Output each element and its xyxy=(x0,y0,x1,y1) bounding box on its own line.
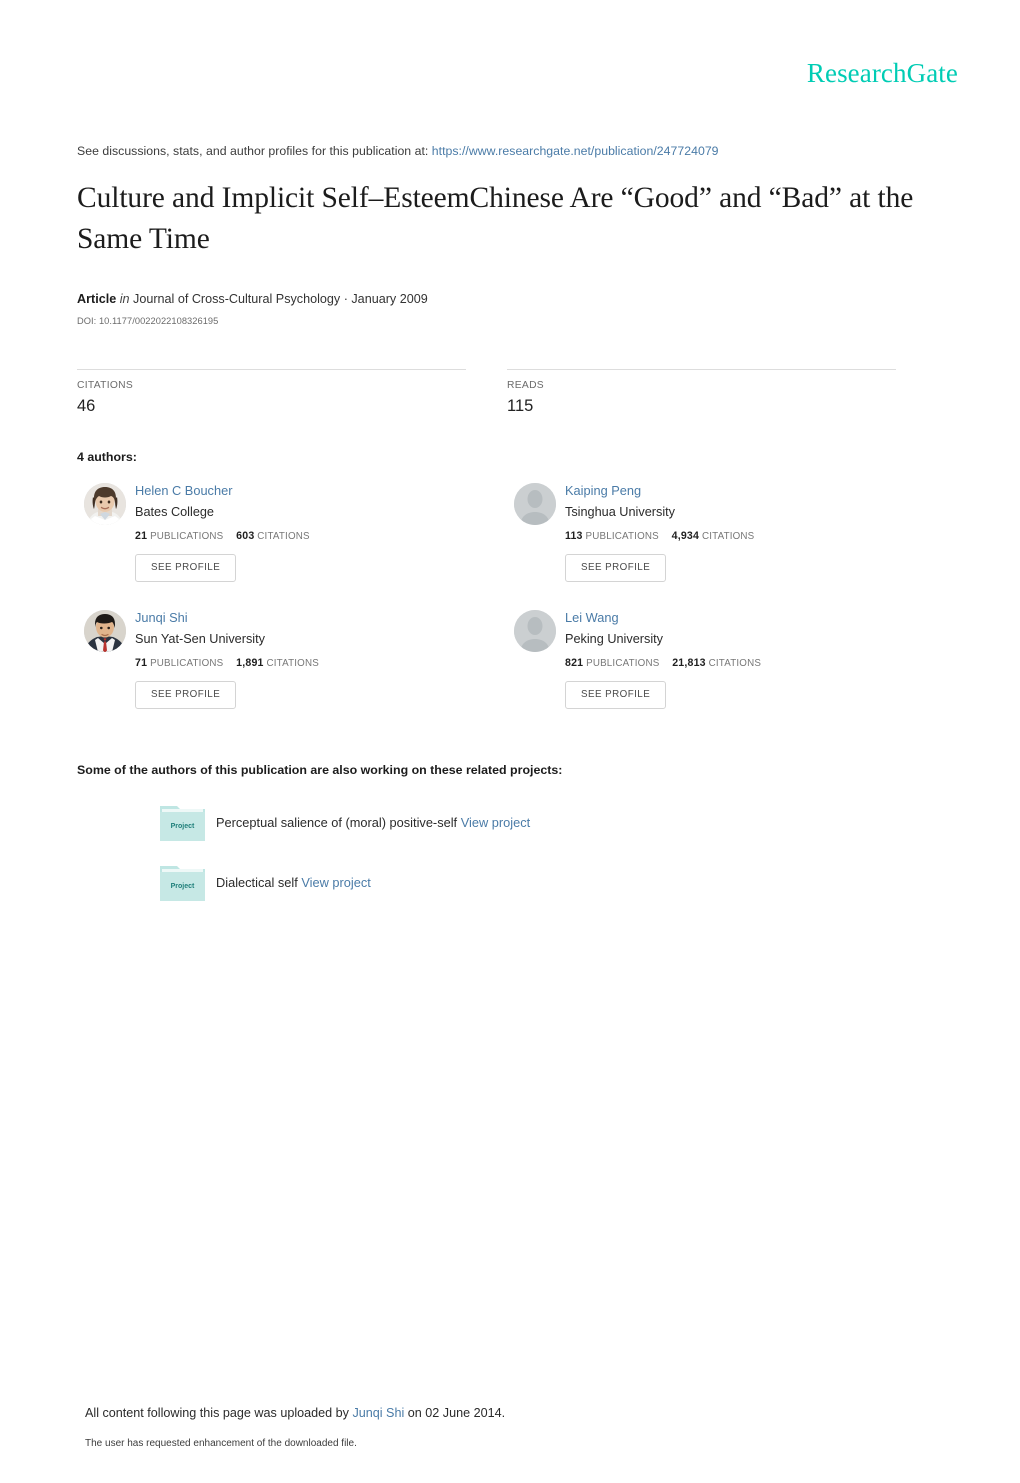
reads-stat: READS 115 xyxy=(507,380,544,416)
author-citations-count: 1,891 xyxy=(236,657,264,669)
citations-word: CITATIONS xyxy=(708,658,762,669)
authors-heading: 4 authors: xyxy=(77,450,137,464)
author-name-link[interactable]: Helen C Boucher xyxy=(135,483,477,499)
citations-word: CITATIONS xyxy=(257,531,310,542)
related-projects-heading: Some of the authors of this publication … xyxy=(77,763,563,777)
avatar-placeholder-person-icon xyxy=(514,483,556,525)
author-citations-count: 603 xyxy=(236,530,255,542)
svg-text:Project: Project xyxy=(171,823,195,830)
project-label: Perceptual salience of (moral) positive-… xyxy=(216,815,530,830)
citations-stat: CITATIONS 46 xyxy=(77,380,133,416)
author-publications-count: 821 xyxy=(565,657,584,669)
footer-upload-prefix: All content following this page was uplo… xyxy=(85,1406,349,1420)
researchgate-publication-page: ResearchGate See discussions, stats, and… xyxy=(0,0,1020,1483)
publications-word: PUBLICATIONS xyxy=(585,531,659,542)
see-profile-button[interactable]: SEE PROFILE xyxy=(565,681,667,709)
article-doi: DOI: 10.1177/0022022108326195 xyxy=(77,316,219,326)
reads-label: READS xyxy=(507,380,544,391)
author-publications-count: 71 xyxy=(135,657,148,669)
author-details: Junqi Shi Sun Yat-Sen University 71 PUBL… xyxy=(135,610,477,709)
author-entry: Kaiping Peng Tsinghua University 113 PUB… xyxy=(507,483,907,582)
discussion-line: See discussions, stats, and author profi… xyxy=(77,144,719,158)
article-journal-date: Journal of Cross-Cultural Psychology · J… xyxy=(133,292,428,306)
footer-upload-line: All content following this page was uplo… xyxy=(85,1406,505,1420)
author-name-link[interactable]: Junqi Shi xyxy=(135,610,477,626)
project-folder-icon: Project xyxy=(160,803,205,841)
see-profile-button[interactable]: SEE PROFILE xyxy=(135,681,237,709)
author-details: Kaiping Peng Tsinghua University 113 PUB… xyxy=(565,483,907,582)
author-name-link[interactable]: Kaiping Peng xyxy=(565,483,907,499)
avatar[interactable] xyxy=(514,610,556,652)
project-title: Dialectical self xyxy=(216,875,298,890)
avatar[interactable] xyxy=(84,483,126,525)
svg-text:Project: Project xyxy=(171,883,195,890)
article-type-label: Article xyxy=(77,292,117,306)
author-stats: 821 PUBLICATIONS 21,813 CITATIONS xyxy=(565,657,907,669)
discussion-prefix-text: See discussions, stats, and author profi… xyxy=(77,144,429,158)
article-in-word: in xyxy=(119,292,130,306)
article-meta-line: Article in Journal of Cross-Cultural Psy… xyxy=(77,292,428,306)
avatar-photo-female-icon xyxy=(84,483,126,525)
author-citations-count: 21,813 xyxy=(672,657,706,669)
page-title: Culture and Implicit Self–EsteemChinese … xyxy=(77,182,914,255)
reads-value: 115 xyxy=(507,397,534,415)
view-project-link[interactable]: View project xyxy=(461,815,530,830)
citations-value: 46 xyxy=(77,397,96,415)
publications-word: PUBLICATIONS xyxy=(586,658,660,669)
author-stats: 113 PUBLICATIONS 4,934 CITATIONS xyxy=(565,530,907,542)
author-publications-count: 21 xyxy=(135,530,148,542)
see-profile-button[interactable]: SEE PROFILE xyxy=(135,554,237,582)
project-row: Project Dialectical self View project xyxy=(77,863,777,907)
divider-reads xyxy=(507,369,896,370)
researchgate-logo: ResearchGate xyxy=(806,58,958,88)
author-entry: Helen C Boucher Bates College 21 PUBLICA… xyxy=(77,483,477,582)
see-profile-button[interactable]: SEE PROFILE xyxy=(565,554,667,582)
author-entry: Junqi Shi Sun Yat-Sen University 71 PUBL… xyxy=(77,610,477,709)
avatar[interactable] xyxy=(84,610,126,652)
publication-url-link[interactable]: https://www.researchgate.net/publication… xyxy=(432,144,719,158)
author-citations-count: 4,934 xyxy=(671,530,700,542)
citations-label: CITATIONS xyxy=(77,380,134,391)
author-affiliation: Bates College xyxy=(135,505,214,519)
project-title: Perceptual salience of (moral) positive-… xyxy=(216,815,458,830)
footer-uploader-link[interactable]: Junqi Shi xyxy=(352,1406,404,1420)
avatar[interactable] xyxy=(514,483,556,525)
publications-word: PUBLICATIONS xyxy=(150,531,224,542)
author-affiliation: Peking University xyxy=(565,632,664,646)
project-folder-icon: Project xyxy=(160,863,205,901)
divider-citations xyxy=(77,369,466,370)
author-affiliation: Sun Yat-Sen University xyxy=(135,632,265,646)
footer-enhancement-note: The user has requested enhancement of th… xyxy=(85,1438,357,1449)
avatar-photo-male-icon xyxy=(84,610,126,652)
author-stats: 21 PUBLICATIONS 603 CITATIONS xyxy=(135,530,477,542)
publications-word: PUBLICATIONS xyxy=(150,658,224,669)
author-stats: 71 PUBLICATIONS 1,891 CITATIONS xyxy=(135,657,477,669)
view-project-link[interactable]: View project xyxy=(301,875,370,890)
author-details: Lei Wang Peking University 821 PUBLICATI… xyxy=(565,610,907,709)
footer-upload-suffix: on 02 June 2014. xyxy=(407,1406,506,1420)
avatar-placeholder-person-icon xyxy=(514,610,556,652)
author-name-link[interactable]: Lei Wang xyxy=(565,610,907,626)
author-entry: Lei Wang Peking University 821 PUBLICATI… xyxy=(507,610,907,709)
citations-word: CITATIONS xyxy=(701,531,755,542)
project-row: Project Perceptual salience of (moral) p… xyxy=(77,803,777,847)
project-label: Dialectical self View project xyxy=(216,875,371,890)
author-affiliation: Tsinghua University xyxy=(565,505,676,519)
author-details: Helen C Boucher Bates College 21 PUBLICA… xyxy=(135,483,477,582)
author-publications-count: 113 xyxy=(565,530,583,542)
citations-word: CITATIONS xyxy=(266,658,319,669)
